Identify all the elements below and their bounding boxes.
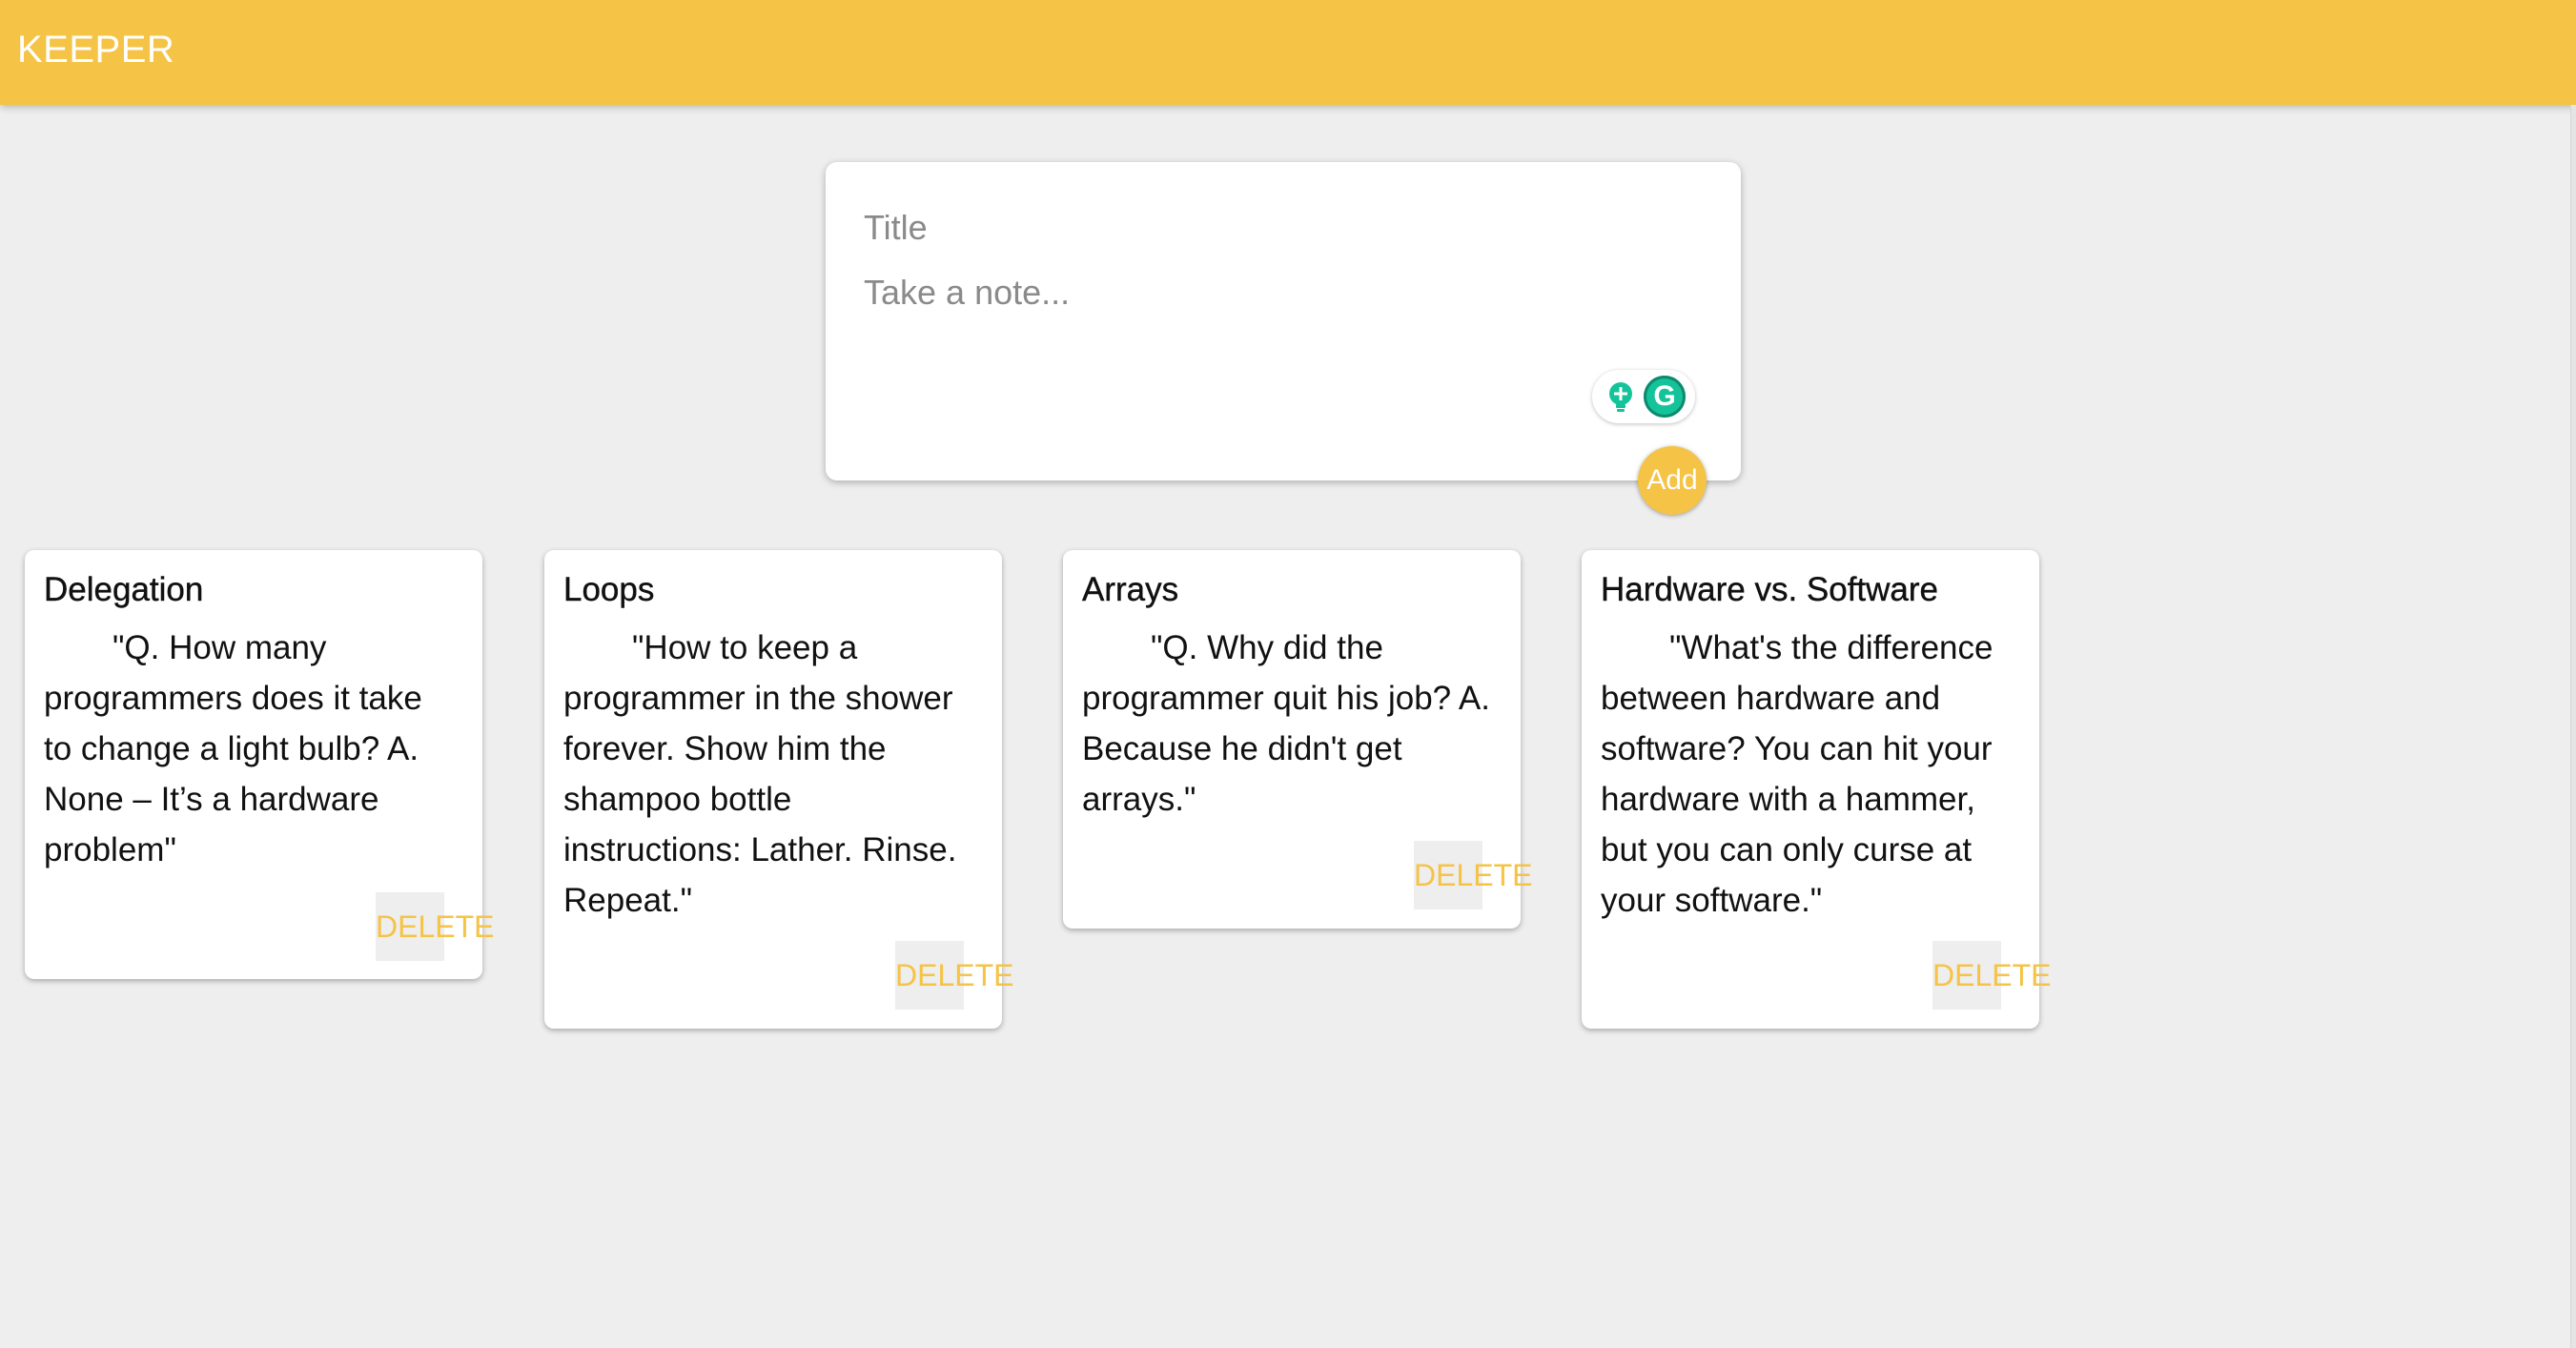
note-title-input[interactable] — [864, 204, 1684, 252]
note-title: Arrays — [1082, 571, 1179, 608]
app-header: KEEPER — [0, 0, 2576, 105]
note-title: Delegation — [44, 571, 204, 608]
delete-note-button[interactable]: DELETE — [376, 892, 494, 961]
note-card: Hardware vs. Software "What's the differ… — [1582, 550, 2051, 1029]
note-content: "How to keep a programmer in the shower … — [563, 629, 957, 919]
note-content: "Q. Why did the programmer quit his job?… — [1082, 629, 1490, 818]
note-card: Arrays "Q. Why did the programmer quit h… — [1063, 550, 1532, 929]
note-title: Hardware vs. Software — [1601, 571, 1939, 608]
note-card: Loops "How to keep a programmer in the s… — [544, 550, 1013, 1029]
page-scrollbar[interactable] — [2570, 105, 2576, 1348]
grammarly-g-icon[interactable] — [1644, 376, 1686, 418]
app-title: KEEPER — [17, 29, 175, 71]
note-card: Delegation "Q. How many programmers does… — [25, 550, 494, 979]
note-content-input[interactable] — [864, 273, 1684, 397]
add-note-button[interactable]: Add — [1638, 446, 1707, 515]
delete-note-button[interactable]: DELETE — [1414, 841, 1532, 909]
note-content: "What's the difference between hardware … — [1601, 629, 1993, 919]
note-content: "Q. How many programmers does it take to… — [44, 629, 422, 868]
note-title: Loops — [563, 571, 655, 608]
delete-note-button[interactable]: DELETE — [1932, 941, 2051, 1010]
create-note-form — [826, 162, 1741, 480]
delete-note-button[interactable]: DELETE — [895, 941, 1013, 1010]
grammarly-widget[interactable] — [1592, 370, 1695, 423]
lightbulb-plus-icon[interactable] — [1604, 379, 1638, 414]
